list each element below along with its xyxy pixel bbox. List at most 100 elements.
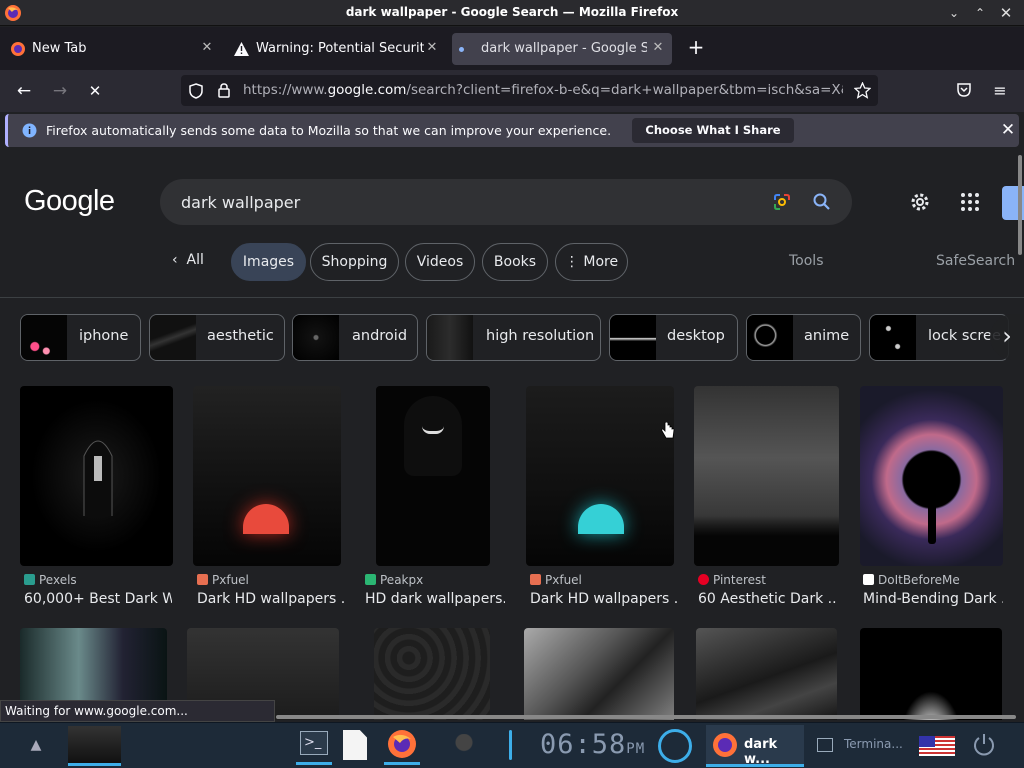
horizontal-scrollbar[interactable] [276,715,1016,719]
taskbar-firefox-window[interactable]: dark w... [706,725,804,767]
images-filter[interactable]: Images [231,243,306,281]
google-images-page: Google dark wallpaper ‹ All Images Shopp… [0,152,1024,720]
vertical-scrollbar[interactable] [1018,155,1022,255]
terminal-icon [817,738,833,752]
google-logo[interactable]: Google [24,185,115,218]
chip-thumbnail [610,315,656,360]
chip-label: aesthetic [207,328,274,344]
chevron-up-icon[interactable]: ▲ [26,737,46,757]
url-bar[interactable]: https://www.google.com/search?client=fir… [181,75,878,106]
related-chip-lock-screen[interactable]: lock scree [869,314,1009,361]
volume-slider-icon[interactable] [509,730,512,760]
related-chip-high-resolution[interactable]: high resolution [426,314,601,361]
tab-label: Warning: Potential Security [256,41,424,56]
result-title[interactable]: Dark HD wallpapers ... [530,591,678,607]
result-source: Pexels [24,573,77,587]
related-chip-iphone[interactable]: iphone [20,314,141,361]
close-window-button[interactable]: ✕ [996,3,1016,23]
result-image[interactable] [696,628,837,720]
videos-filter[interactable]: Videos [405,243,475,281]
chip-thumbnail [21,315,67,360]
source-favicon-icon [365,574,376,585]
firefox-icon [713,733,737,757]
related-chip-aesthetic[interactable]: aesthetic [149,314,285,361]
result-image[interactable] [524,628,674,720]
search-input[interactable]: dark wallpaper [181,193,300,212]
result-title[interactable]: Dark HD wallpapers ... [197,591,345,607]
settings-gear-icon[interactable] [908,190,932,214]
lightbulb-icon[interactable] [455,734,473,758]
forward-button[interactable]: → [48,79,72,103]
menu-hamburger-icon[interactable]: ≡ [988,79,1012,103]
result-image[interactable] [860,628,1002,720]
lock-icon [218,83,230,98]
text-editor-icon[interactable] [343,730,367,760]
result-title[interactable]: 60,000+ Best Dark W... [24,591,172,607]
close-tab-icon[interactable]: ✕ [199,40,215,56]
source-favicon-icon [197,574,208,585]
result-title[interactable]: Mind-Bending Dark ... [863,591,1003,607]
bookmark-star-icon[interactable] [854,82,871,99]
google-lens-icon[interactable] [772,192,792,212]
search-icon[interactable] [812,192,832,212]
close-notification-icon[interactable]: ✕ [998,120,1018,140]
result-image[interactable] [376,386,490,566]
chip-thumbnail [293,315,339,360]
cyan-moon-image [578,504,624,534]
terminal-launcher[interactable]: >_ [296,725,332,765]
google-apps-icon[interactable] [960,192,980,212]
chip-label: high resolution [486,328,595,344]
activities-circle-icon[interactable] [658,729,692,763]
result-image[interactable] [526,386,674,566]
result-title[interactable]: 60 Aesthetic Dark ... [698,591,838,607]
new-tab-button[interactable]: + [686,37,706,57]
related-chip-desktop[interactable]: desktop [609,314,738,361]
result-image[interactable] [20,386,173,566]
maximize-button[interactable]: ⌃ [970,3,990,23]
result-source: Pinterest [698,573,766,587]
result-image[interactable] [694,386,839,566]
close-tab-icon[interactable]: ✕ [650,40,666,56]
tab-security-warning[interactable]: Warning: Potential Security ✕ [226,33,446,65]
back-button[interactable]: ← [12,79,36,103]
navigation-bar: ← → ✕ https://www.google.com/search?clie… [0,70,1024,112]
result-source: DoItBeforeMe [863,573,960,587]
chevron-left-icon: ‹ [172,252,178,268]
info-icon [22,123,37,138]
tools-button[interactable]: Tools [789,253,824,269]
result-image[interactable] [193,386,341,566]
search-box[interactable]: dark wallpaper [160,179,852,225]
chip-label: iphone [79,328,129,344]
minimize-button[interactable]: ⌄ [944,3,964,23]
chip-label: desktop [667,328,725,344]
url-text[interactable]: https://www.google.com/search?client=fir… [243,82,843,98]
firefox-launcher[interactable] [384,725,420,765]
pocket-icon[interactable] [956,82,972,98]
person-silhouette-image [928,504,936,544]
result-title[interactable]: HD dark wallpapers... [365,591,505,607]
firefox-icon [388,730,416,758]
tree-silhouette-image [694,516,839,566]
shopping-filter[interactable]: Shopping [310,243,399,281]
safesearch-button[interactable]: SafeSearch [936,253,1015,269]
taskbar-terminal-window[interactable]: Termina... [812,725,908,767]
us-flag-icon[interactable] [919,736,955,756]
chip-label: anime [804,328,850,344]
books-filter[interactable]: Books [482,243,548,281]
result-image[interactable] [860,386,1003,566]
tab-new-tab[interactable]: New Tab ✕ [4,33,220,65]
tab-dark-wallpaper[interactable]: dark wallpaper - Google Se ✕ [452,33,672,65]
chip-thumbnail [427,315,473,360]
power-icon[interactable] [971,732,997,758]
related-chip-android[interactable]: android [292,314,418,361]
taskbar: ▲ >_ 06:58PM dark w... Termina... [0,722,1024,768]
workspace-thumbnail[interactable] [68,726,121,766]
source-favicon-icon [863,574,874,585]
related-chip-anime[interactable]: anime [746,314,861,361]
all-link[interactable]: ‹ All [172,252,204,268]
result-image[interactable] [374,628,490,720]
choose-what-i-share-button[interactable]: Choose What I Share [632,118,794,143]
close-tab-icon[interactable]: ✕ [424,40,440,56]
stop-button[interactable]: ✕ [83,79,107,103]
more-filter[interactable]: ⋮ More [555,243,628,281]
